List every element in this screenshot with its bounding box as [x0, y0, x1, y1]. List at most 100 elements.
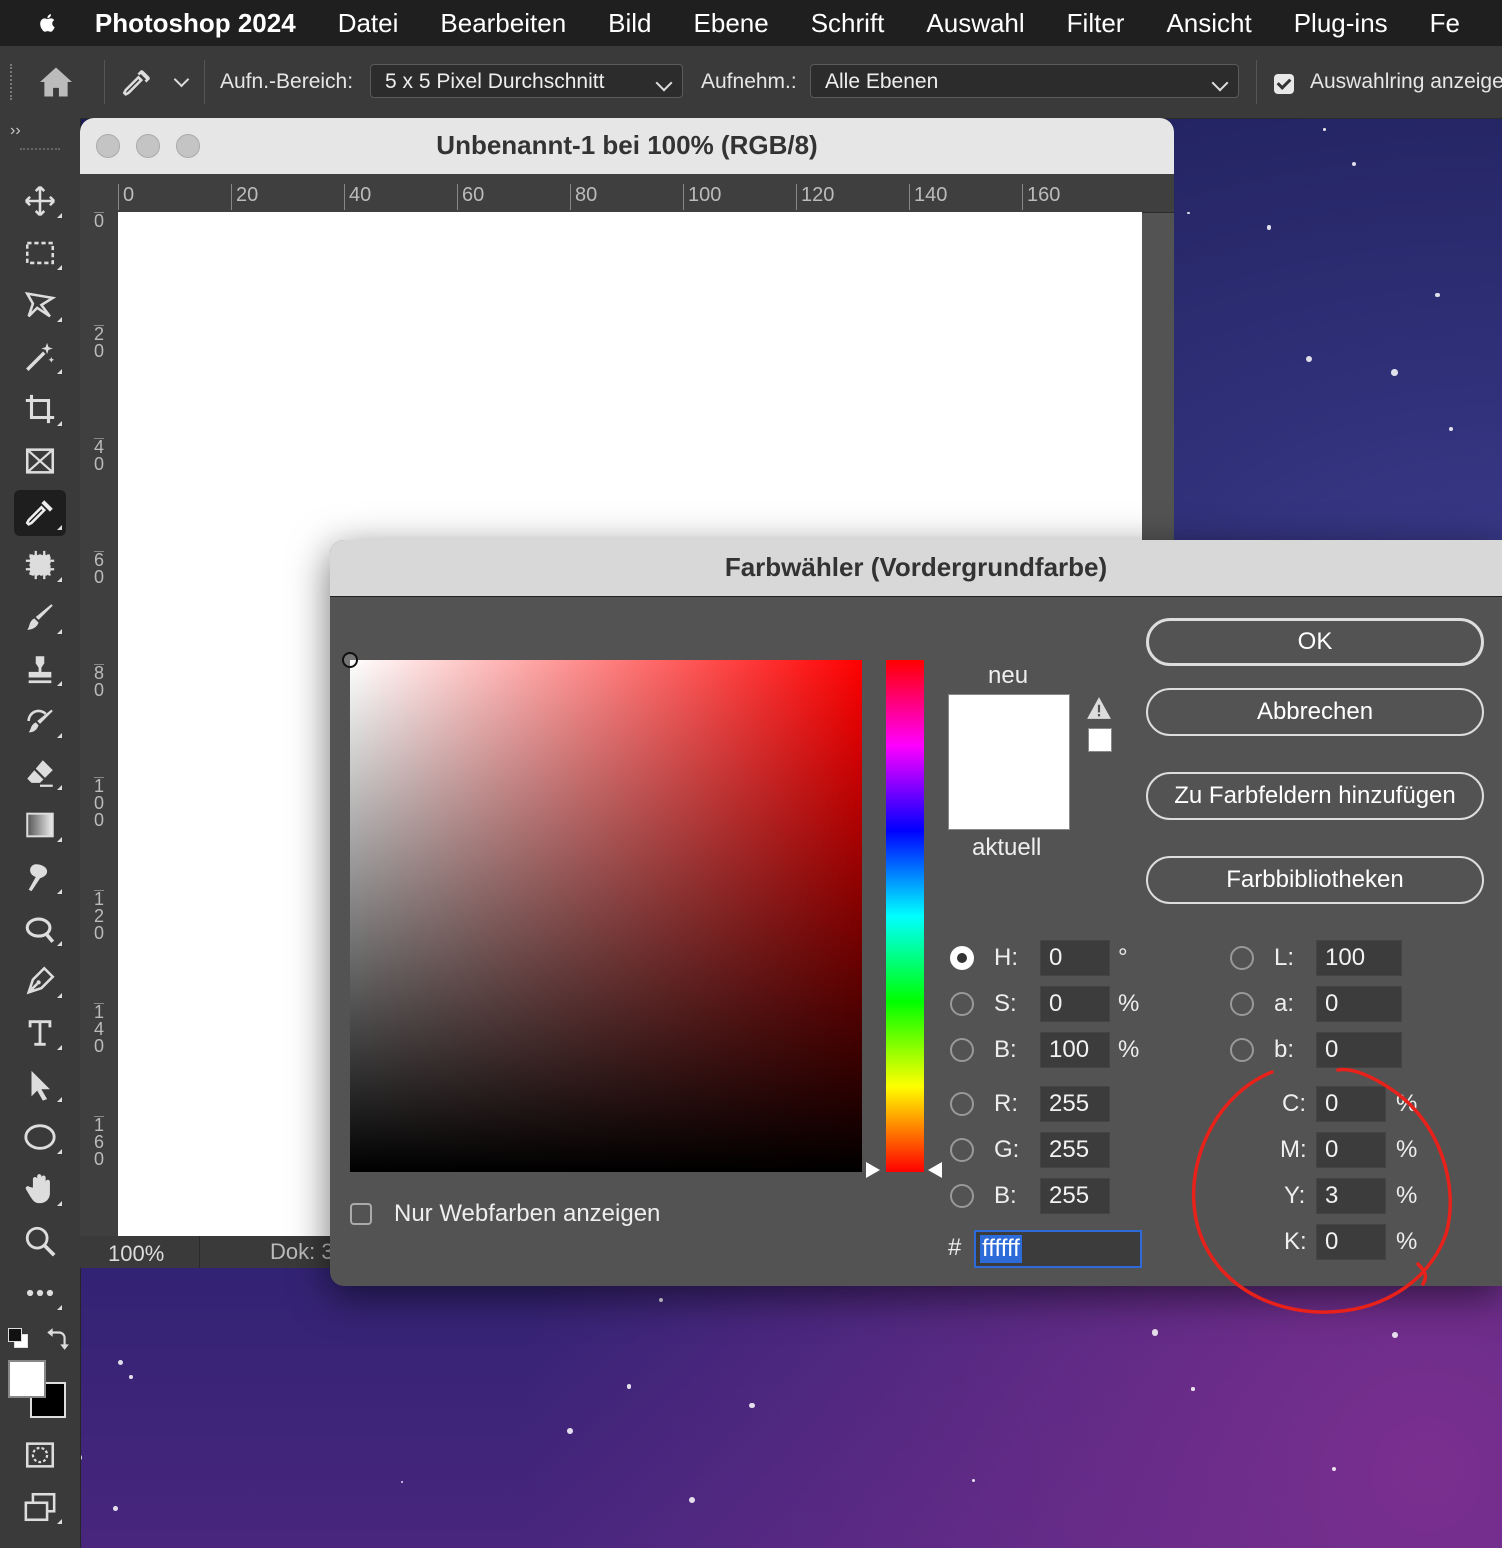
color-libraries-button[interactable]: Farbbibliotheken [1146, 856, 1484, 904]
spot-healing-tool[interactable] [14, 542, 66, 588]
green-input[interactable]: 255 [1040, 1132, 1110, 1168]
ruler-origin[interactable] [80, 174, 118, 212]
expand-panel-icon[interactable]: ›› [10, 122, 21, 140]
saturation-input[interactable]: 0 [1040, 986, 1110, 1022]
zoom-level[interactable]: 100% [80, 1236, 200, 1268]
more-tools[interactable] [14, 1270, 66, 1316]
tool-preset-chevron-icon[interactable] [173, 71, 190, 88]
show-sampling-ring-checkbox[interactable] [1274, 74, 1294, 94]
saturation-radio[interactable] [950, 992, 974, 1016]
show-sampling-ring-label: Auswahlring anzeige [1310, 70, 1502, 93]
lab-a-input[interactable]: 0 [1316, 986, 1402, 1022]
app-name-menu[interactable]: Photoshop 2024 [95, 8, 296, 39]
menu-bild[interactable]: Bild [608, 8, 651, 39]
new-current-color-swatch[interactable] [948, 694, 1070, 830]
lab-a-radio[interactable] [1230, 992, 1254, 1016]
horizontal-ruler[interactable]: 0 20 40 60 80 100 120 140 160 [118, 174, 1174, 213]
brush-tool[interactable] [14, 594, 66, 640]
crop-tool[interactable] [14, 386, 66, 432]
lab-l-input[interactable]: 100 [1316, 940, 1402, 976]
web-colors-checkbox[interactable] [350, 1203, 372, 1225]
dodge-tool[interactable] [14, 906, 66, 952]
menu-datei[interactable]: Datei [338, 8, 399, 39]
vertical-ruler[interactable]: 0 2 0 4 0 6 0 8 0 1 0 0 1 2 0 1 4 0 1 6 0 [80, 212, 119, 1242]
clone-stamp-tool[interactable] [14, 646, 66, 692]
red-radio[interactable] [950, 1092, 974, 1116]
red-input[interactable]: 255 [1040, 1086, 1110, 1122]
menu-filter[interactable]: Filter [1067, 8, 1125, 39]
menu-schrift[interactable]: Schrift [811, 8, 885, 39]
magic-wand-tool[interactable] [14, 334, 66, 380]
hue-slider-right-arrow[interactable] [928, 1162, 942, 1178]
brightness-radio[interactable] [950, 1038, 974, 1062]
document-title-bar[interactable]: Unbenannt-1 bei 100% (RGB/8) [80, 118, 1174, 174]
menu-ebene[interactable]: Ebene [694, 8, 769, 39]
default-colors-icon[interactable] [8, 1328, 30, 1350]
hex-input[interactable]: ffffff [974, 1230, 1142, 1268]
web-safe-color-swatch[interactable] [1088, 728, 1112, 752]
hue-slider-left-arrow[interactable] [866, 1162, 880, 1178]
hue-input[interactable]: 0 [1040, 940, 1110, 976]
menu-bearbeiten[interactable]: Bearbeiten [440, 8, 566, 39]
green-radio[interactable] [950, 1138, 974, 1162]
document-info[interactable]: Dok: 3 [270, 1236, 334, 1268]
menu-ansicht[interactable]: Ansicht [1166, 8, 1251, 39]
lab-b-radio[interactable] [1230, 1038, 1254, 1062]
lab-l-radio[interactable] [1230, 946, 1254, 970]
eyedropper-icon[interactable] [120, 66, 154, 100]
gradient-tool[interactable] [14, 802, 66, 848]
menu-fenster[interactable]: Fe [1430, 8, 1460, 39]
dialog-title-bar[interactable]: Farbwähler (Vordergrundfarbe) [330, 540, 1502, 597]
cancel-button[interactable]: Abbrechen [1146, 688, 1484, 736]
hue-radio[interactable] [950, 946, 974, 970]
path-selection-tool[interactable] [14, 1062, 66, 1108]
ruler-tick: 1 6 0 [94, 1115, 105, 1169]
star [749, 1403, 755, 1409]
marquee-tool[interactable] [14, 230, 66, 276]
star [400, 1480, 403, 1483]
menu-auswahl[interactable]: Auswahl [926, 8, 1024, 39]
foreground-color-swatch[interactable] [8, 1360, 46, 1398]
magenta-input[interactable]: 0 [1316, 1132, 1386, 1168]
quick-mask-button[interactable] [14, 1432, 66, 1478]
history-brush-tool[interactable] [14, 698, 66, 744]
key-input[interactable]: 0 [1316, 1224, 1386, 1260]
type-tool[interactable] [14, 1010, 66, 1056]
warning-icon[interactable] [1086, 696, 1112, 720]
move-icon [24, 185, 56, 217]
color-field[interactable] [342, 652, 862, 1172]
lasso-tool[interactable] [14, 282, 66, 328]
swap-colors-icon[interactable] [44, 1326, 70, 1352]
cyan-input[interactable]: 0 [1316, 1086, 1386, 1122]
home-icon[interactable] [38, 66, 74, 98]
color-field-cursor[interactable] [342, 652, 358, 668]
pen-tool[interactable] [14, 958, 66, 1004]
hue-slider[interactable] [886, 660, 924, 1172]
star [1191, 1387, 1195, 1391]
apple-icon[interactable] [38, 6, 59, 40]
menu-plugins[interactable]: Plug-ins [1294, 8, 1388, 39]
panel-grip[interactable] [20, 148, 60, 156]
eraser-icon [27, 760, 53, 787]
smudge-tool[interactable] [14, 854, 66, 900]
yellow-input[interactable]: 3 [1316, 1178, 1386, 1214]
eyedropper-tool[interactable] [14, 490, 66, 536]
zoom-tool[interactable] [14, 1218, 66, 1264]
ellipse-tool[interactable] [14, 1114, 66, 1160]
blue-radio[interactable] [950, 1184, 974, 1208]
options-bar-grip[interactable] [10, 64, 16, 100]
screen-mode-button[interactable] [14, 1484, 66, 1530]
frame-tool[interactable] [14, 438, 66, 484]
move-tool[interactable] [14, 178, 66, 224]
blue-input[interactable]: 255 [1040, 1178, 1110, 1214]
web-colors-option[interactable]: Nur Webfarben anzeigen [350, 1200, 660, 1228]
hand-tool[interactable] [14, 1166, 66, 1212]
sample-layers-select[interactable]: Alle Ebenen [810, 64, 1239, 98]
sample-size-select[interactable]: 5 x 5 Pixel Durchschnitt [370, 64, 683, 98]
eraser-tool[interactable] [14, 750, 66, 796]
hue-label: H: [994, 944, 1018, 971]
ok-button[interactable]: OK [1146, 618, 1484, 666]
lab-b-input[interactable]: 0 [1316, 1032, 1402, 1068]
brightness-input[interactable]: 100 [1040, 1032, 1110, 1068]
add-to-swatches-button[interactable]: Zu Farbfeldern hinzufügen [1146, 772, 1484, 820]
